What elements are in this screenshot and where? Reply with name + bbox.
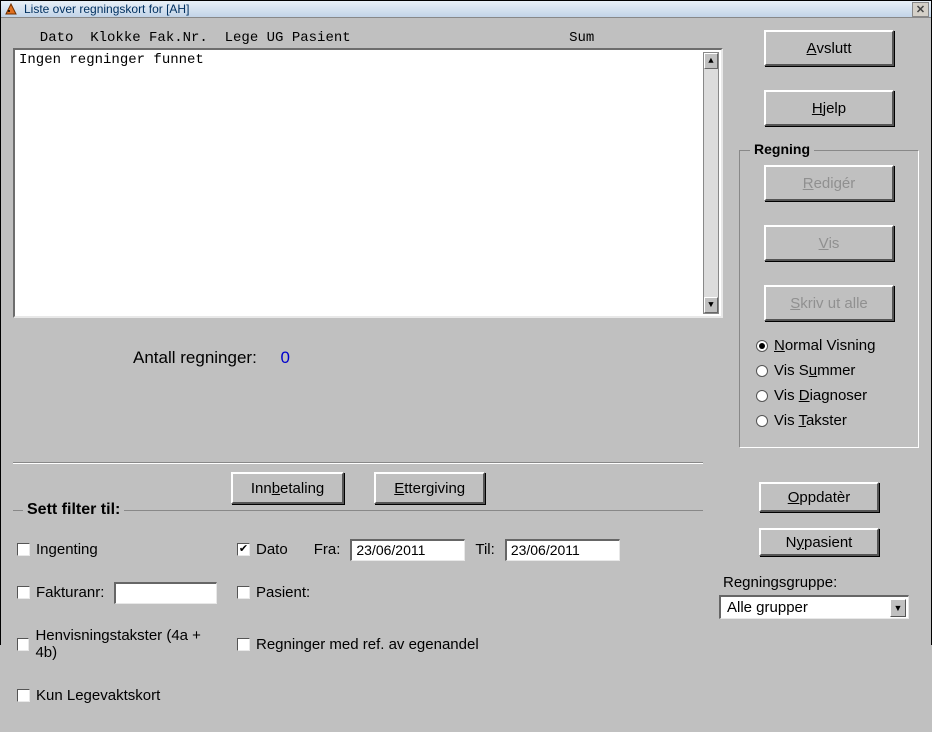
window-title: Liste over regningskort for [AH] xyxy=(24,2,912,16)
window-body: Dato Klokke Fak.Nr. Lege UG Pasient Sum … xyxy=(1,18,931,732)
skriv-ut-alle-button[interactable]: Skriv ut alle xyxy=(764,285,894,321)
divider xyxy=(13,462,703,464)
filter-pasient[interactable]: Pasient: xyxy=(237,584,699,601)
count-label: Antall regninger: xyxy=(133,348,257,367)
avslutt-button[interactable]: Avslutt xyxy=(764,30,894,66)
til-label: Til: xyxy=(475,541,494,558)
count-value: 0 xyxy=(280,348,289,367)
regningsgruppe-select[interactable]: Alle grupper ▼ xyxy=(719,595,909,619)
filter-legend: Sett filter til: xyxy=(23,501,124,519)
app-icon xyxy=(3,1,19,17)
filter-dato[interactable]: ✔ Dato xyxy=(237,541,288,558)
scrollbar[interactable]: ▲ ▼ xyxy=(703,52,719,314)
filter-group: Sett filter til: Ingenting ✔ Dato Fra: xyxy=(13,510,703,720)
scroll-up-icon[interactable]: ▲ xyxy=(704,53,718,69)
radio-normal-visning[interactable]: Normal Visning xyxy=(756,337,908,354)
scroll-track[interactable] xyxy=(704,69,718,297)
til-date-field[interactable]: 23/06/2011 xyxy=(505,539,620,561)
filter-ref-egenandel[interactable]: Regninger med ref. av egenandel xyxy=(237,636,699,653)
count-row: Antall regninger: 0 xyxy=(13,348,723,368)
titlebar: Liste over regningskort for [AH] ✕ xyxy=(1,1,931,18)
regning-group: Regning Redigér Vis Skriv ut alle Normal… xyxy=(739,150,919,448)
filter-ingenting[interactable]: Ingenting xyxy=(17,541,217,558)
hjelp-button[interactable]: Hjelp xyxy=(764,90,894,126)
scroll-down-icon[interactable]: ▼ xyxy=(704,297,718,313)
radio-vis-summer[interactable]: Vis Summer xyxy=(756,362,908,379)
rediger-button[interactable]: Redigér xyxy=(764,165,894,201)
regning-legend: Regning xyxy=(750,141,814,157)
invoice-list[interactable]: Ingen regninger funnet ▲ ▼ xyxy=(13,48,723,318)
radio-vis-diagnoser[interactable]: Vis Diagnoser xyxy=(756,387,908,404)
fra-date-field[interactable]: 23/06/2011 xyxy=(350,539,465,561)
window: Liste over regningskort for [AH] ✕ Dato … xyxy=(0,0,932,645)
regningsgruppe-label: Regningsgruppe: xyxy=(719,574,919,591)
vis-button[interactable]: Vis xyxy=(764,225,894,261)
innbetaling-button[interactable]: Innbetaling xyxy=(231,472,344,504)
radio-vis-takster[interactable]: Vis Takster xyxy=(756,412,908,429)
list-headers: Dato Klokke Fak.Nr. Lege UG Pasient Sum xyxy=(13,30,723,48)
ny-pasient-button[interactable]: Ny pasient xyxy=(759,528,879,556)
fakturanr-field[interactable] xyxy=(114,582,217,604)
chevron-down-icon[interactable]: ▼ xyxy=(890,599,906,617)
list-empty-text: Ingen regninger funnet xyxy=(19,52,204,68)
fra-label: Fra: xyxy=(314,541,341,558)
oppdater-button[interactable]: Oppdatèr xyxy=(759,482,879,512)
filter-legevakt[interactable]: Kun Legevaktskort xyxy=(17,687,699,704)
filter-fakturanr[interactable]: Fakturanr: xyxy=(17,584,104,601)
filter-henvisning[interactable]: Henvisningstakster (4a + 4b) xyxy=(17,627,217,661)
ettergiving-button[interactable]: Ettergiving xyxy=(374,472,485,504)
close-icon[interactable]: ✕ xyxy=(912,2,929,17)
